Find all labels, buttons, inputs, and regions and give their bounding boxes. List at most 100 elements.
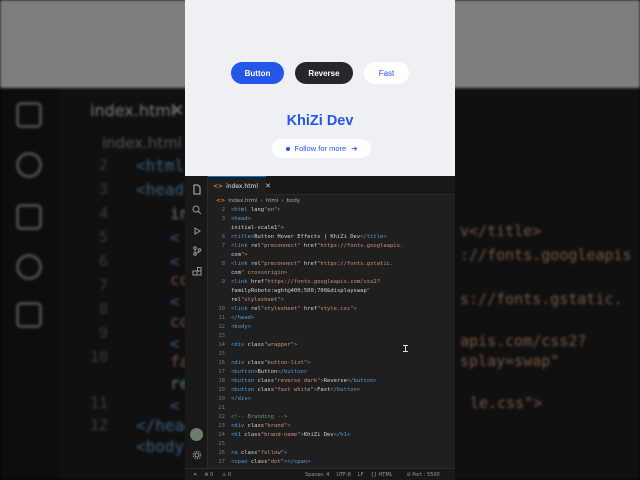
breadcrumb-html[interactable]: html — [266, 198, 279, 204]
code-line[interactable]: 23 <div class"brand"> — [208, 421, 455, 430]
code-line[interactable]: 20 </div> — [208, 394, 455, 403]
code-line[interactable]: 15 — [208, 349, 455, 358]
code-line[interactable]: 14 <div class"wrapper"> — [208, 340, 455, 349]
remote-icon[interactable]: ✕ — [193, 472, 197, 478]
avatar[interactable] — [190, 428, 203, 441]
code-line[interactable]: 21 — [208, 403, 455, 412]
code-line[interactable]: rel"stylesheet"> — [208, 295, 455, 304]
bg-line-number: 8 — [98, 300, 108, 318]
line-text: familyRoboto:wght@400;500;700&displayswa… — [231, 287, 371, 294]
status-bar: ✕ ⊗ 0 ⚠ 0 Spaces: 4 UTF-8 LF {} HTML ⊘ P… — [185, 468, 455, 480]
code-line[interactable]: 7 <link rel"preconnect" href"https://fon… — [208, 241, 455, 250]
line-number: 2 — [221, 206, 225, 213]
vscode-window: <> index.html ✕ <> index.html › html › b… — [185, 176, 455, 480]
code-line[interactable]: initial-scale1"> — [208, 223, 455, 232]
bg-line-number: 11 — [89, 394, 108, 412]
code-line[interactable]: com"> — [208, 250, 455, 259]
code-line[interactable]: 25 — [208, 439, 455, 448]
line-number: 16 — [218, 359, 225, 366]
line-text: <!-- Branding --> — [231, 413, 288, 420]
line-text: <div class"button-list"> — [231, 359, 311, 366]
line-text: com"> — [231, 251, 248, 258]
brand-name: KhiZi Dev — [286, 113, 354, 129]
source-control-icon[interactable] — [190, 244, 203, 257]
code-line[interactable]: 13 — [208, 331, 455, 340]
line-text: <head> — [231, 215, 251, 222]
code-line[interactable]: 26 <a class"follow"> — [208, 448, 455, 457]
extensions-icon[interactable] — [190, 265, 203, 278]
code-line[interactable]: com" crossorigin> — [208, 268, 455, 277]
line-text: <link rel"preconnect" href"https://fonts… — [231, 260, 394, 267]
fast-button[interactable]: Fast — [364, 62, 409, 84]
live-server-port[interactable]: ⊘ Port : 5500 — [406, 472, 446, 478]
line-number: 13 — [218, 332, 225, 339]
line-text: <span class"dot"></span> — [231, 458, 311, 465]
line-text: initial-scale1"> — [231, 224, 284, 231]
run-debug-icon[interactable] — [190, 224, 203, 237]
line-number: 8 — [221, 260, 225, 267]
code-line[interactable]: 17 <button>Button</button> — [208, 367, 455, 376]
code-line[interactable]: 3 <head> — [208, 214, 455, 223]
line-text: <button>Button</button> — [231, 368, 308, 375]
breadcrumb-body[interactable]: body — [286, 198, 300, 204]
code-line[interactable]: 22 <!-- Branding --> — [208, 412, 455, 421]
search-icon[interactable] — [190, 203, 203, 216]
follow-link[interactable]: Follow for more ➔ — [272, 139, 371, 158]
mouse-cursor-icon — [403, 345, 408, 352]
bg-code-fragment: ://fonts.googleapis — [460, 246, 632, 264]
line-number: 14 — [218, 341, 225, 348]
code-line[interactable]: 12 <body> — [208, 322, 455, 331]
encoding[interactable]: UTF-8 — [336, 472, 351, 478]
line-number: 23 — [218, 422, 225, 429]
line-text: <div class"brand"> — [231, 422, 291, 429]
code-line[interactable]: 2 <html lang"en"> — [208, 205, 455, 214]
breadcrumb-file[interactable]: index.html — [228, 198, 257, 204]
line-text: rel"stylesheet"> — [231, 296, 284, 303]
line-text: <html lang"en"> — [231, 206, 281, 213]
bg-code-fragment: <html — [136, 156, 185, 175]
line-text: <link rel"preconnect" href"https://fonts… — [231, 242, 404, 249]
problems-indicator[interactable]: ⊗ 0 ⚠ 0 — [204, 472, 238, 478]
line-text: <link href"https://fonts.googleapis.com/… — [231, 278, 381, 285]
line-number: 15 — [218, 350, 225, 357]
language-mode[interactable]: {} HTML — [371, 472, 400, 478]
bg-close-icon: ✕ — [170, 101, 185, 121]
code-line[interactable]: familyRoboto:wght@400;500;700&displayswa… — [208, 286, 455, 295]
bg-tab-label: index.html — [90, 101, 176, 120]
settings-gear-icon[interactable] — [190, 448, 203, 461]
line-number: 11 — [218, 314, 225, 321]
code-line[interactable]: 6 <title>Button Hover Effects | KhiZi De… — [208, 232, 455, 241]
bg-code-fragment: splay=swap" — [460, 352, 560, 370]
code-editor[interactable]: 2 <html lang"en"> 3 <head> initial-scale1">… — [208, 205, 455, 466]
line-text: </div> — [231, 395, 251, 402]
code-line[interactable]: 16 <div class"button-list"> — [208, 358, 455, 367]
html-file-icon: <> — [216, 197, 226, 204]
line-text: com" crossorigin> — [231, 269, 288, 276]
tab-index-html[interactable]: <> index.html ✕ — [208, 176, 271, 195]
indentation[interactable]: Spaces: 4 — [305, 472, 329, 478]
code-line[interactable]: 24 <h1 class"brand-name">KhiZi Dev</h1> — [208, 430, 455, 439]
code-line[interactable]: 8 <link rel"preconnect" href"https://fon… — [208, 259, 455, 268]
explorer-icon[interactable] — [190, 183, 203, 196]
line-number: 24 — [218, 431, 225, 438]
error-count: 0 — [209, 471, 214, 478]
code-line[interactable]: 9 <link href"https://fonts.googleapis.co… — [208, 277, 455, 286]
bg-code-fragment: < — [170, 228, 180, 247]
line-number: 27 — [218, 458, 225, 465]
code-line[interactable]: 11 </head> — [208, 313, 455, 322]
bg-code-fragment: < — [170, 334, 180, 353]
line-number: 17 — [218, 368, 225, 375]
line-text: <h1 class"brand-name">KhiZi Dev</h1> — [231, 431, 351, 438]
code-line[interactable]: 18 <button class"reverse dark">Reverse</… — [208, 376, 455, 385]
bg-search-icon — [16, 152, 42, 178]
line-number: 25 — [218, 440, 225, 447]
close-tab-icon[interactable]: ✕ — [265, 182, 271, 190]
code-line[interactable]: 10 <link rel"stylesheet" href"style.css"… — [208, 304, 455, 313]
line-endings[interactable]: LF — [358, 472, 364, 478]
button-button[interactable]: Button — [231, 62, 284, 84]
code-line[interactable]: 19 <button class"fast white">Fast</butto… — [208, 385, 455, 394]
bg-code-fragment: <body — [136, 437, 185, 456]
code-line[interactable]: 27 <span class"dot"></span> — [208, 457, 455, 466]
line-number: 10 — [218, 305, 225, 312]
reverse-button[interactable]: Reverse — [295, 62, 353, 84]
